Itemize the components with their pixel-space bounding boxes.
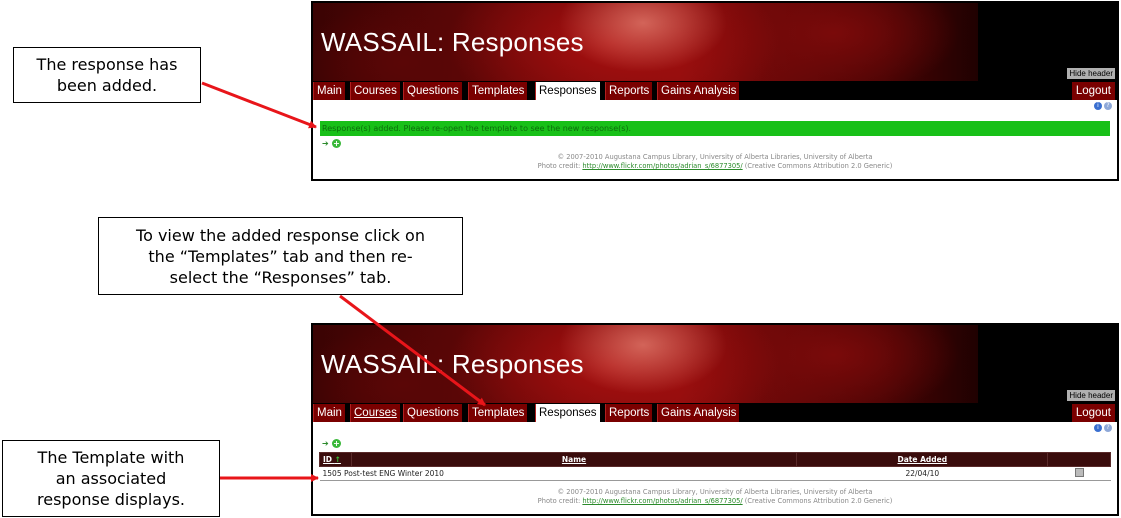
- photo-credit-label: Photo credit:: [537, 162, 583, 170]
- row-date-added: 22/04/10: [796, 466, 1048, 481]
- tab-main[interactable]: Main: [313, 82, 345, 100]
- templates-table: ID ↑ Name Date Added 1505 Post-test ENG …: [319, 452, 1111, 481]
- callout-line: an associated: [55, 469, 167, 488]
- action-icons: ➔ +: [322, 439, 341, 448]
- tab-courses[interactable]: Courses: [350, 82, 400, 100]
- nav-tabs: Main Courses Questions Templates Respons…: [313, 81, 1117, 100]
- screenshot-response-added: WASSAIL: Responses Hide header Main Cour…: [311, 1, 1119, 181]
- nav-tabs: Main Courses Questions Templates Respons…: [313, 403, 1117, 422]
- header-banner: WASSAIL: Responses Hide header: [313, 325, 1117, 403]
- logout-button[interactable]: Logout: [1071, 82, 1115, 100]
- callout-line: response displays.: [37, 490, 185, 509]
- column-id[interactable]: ID ↑: [319, 452, 352, 467]
- template-icon[interactable]: [1074, 468, 1084, 477]
- footer-copyright: © 2007-2010 Augustana Campus Library, Un…: [557, 153, 873, 161]
- callout-view-instructions: To view the added response click on the …: [98, 217, 463, 295]
- tab-main[interactable]: Main: [313, 404, 345, 422]
- help-icon[interactable]: ?: [1104, 424, 1112, 432]
- help-icon[interactable]: ?: [1104, 102, 1112, 110]
- help-icons: i ?: [1094, 424, 1112, 432]
- tab-courses[interactable]: Courses: [350, 404, 400, 422]
- screenshot-templates-list: WASSAIL: Responses Hide header Main Cour…: [311, 323, 1119, 516]
- row-id-name-cell: 1505 Post-test ENG Winter 2010: [319, 466, 797, 481]
- add-icon[interactable]: +: [332, 439, 341, 448]
- photo-credit-license: (Creative Commons Attribution 2.0 Generi…: [742, 162, 893, 170]
- tab-gains-analysis[interactable]: Gains Analysis: [657, 404, 740, 422]
- column-date-added[interactable]: Date Added: [796, 452, 1049, 467]
- tab-templates[interactable]: Templates: [468, 404, 528, 422]
- footer: © 2007-2010 Augustana Campus Library, Un…: [313, 488, 1117, 506]
- tab-questions[interactable]: Questions: [403, 82, 462, 100]
- tab-templates[interactable]: Templates: [468, 82, 528, 100]
- header-banner: WASSAIL: Responses Hide header: [313, 3, 1117, 81]
- info-icon[interactable]: i: [1094, 102, 1102, 110]
- column-actions: [1047, 452, 1111, 467]
- table-header-row: ID ↑ Name Date Added: [319, 452, 1111, 467]
- row-name: Post-test ENG Winter 2010: [343, 469, 444, 478]
- column-name[interactable]: Name: [350, 452, 798, 467]
- callout-line: the “Templates” tab and then re-: [148, 246, 413, 266]
- photo-credit-link[interactable]: http://www.flickr.com/photos/adrian_s/68…: [582, 162, 742, 170]
- help-icons: i ?: [1094, 102, 1112, 110]
- callout-template-displays: The Template with an associated response…: [2, 440, 220, 517]
- footer-copyright: © 2007-2010 Augustana Campus Library, Un…: [557, 488, 873, 496]
- tab-reports[interactable]: Reports: [605, 82, 653, 100]
- callout-line: To view the added response click on: [136, 225, 425, 245]
- tab-gains-analysis[interactable]: Gains Analysis: [657, 82, 740, 100]
- action-icons: ➔ +: [322, 139, 341, 148]
- column-id-label: ID: [323, 455, 333, 464]
- info-icon[interactable]: i: [1094, 424, 1102, 432]
- tab-responses[interactable]: Responses: [535, 82, 600, 100]
- photo-credit-link[interactable]: http://www.flickr.com/photos/adrian_s/68…: [582, 497, 742, 505]
- hide-header-button[interactable]: Hide header: [1067, 390, 1115, 401]
- table-row[interactable]: 1505 Post-test ENG Winter 2010 22/04/10: [319, 466, 1111, 481]
- logout-button[interactable]: Logout: [1071, 404, 1115, 422]
- footer-photo-credit: Photo credit: http://www.flickr.com/phot…: [313, 162, 1117, 171]
- callout-response-added: The response has been added.: [13, 47, 201, 103]
- row-id: 1505: [322, 469, 342, 478]
- go-arrow-icon[interactable]: ➔: [322, 439, 330, 448]
- tab-responses[interactable]: Responses: [535, 404, 600, 422]
- tab-reports[interactable]: Reports: [605, 404, 653, 422]
- footer-photo-credit: Photo credit: http://www.flickr.com/phot…: [313, 497, 1117, 506]
- add-icon[interactable]: +: [332, 139, 341, 148]
- tab-questions[interactable]: Questions: [403, 404, 462, 422]
- callout-line: been added.: [56, 76, 158, 95]
- row-actions: [1047, 466, 1111, 481]
- footer: © 2007-2010 Augustana Campus Library, Un…: [313, 153, 1117, 171]
- photo-credit-license: (Creative Commons Attribution 2.0 Generi…: [742, 497, 893, 505]
- sort-asc-icon: ↑: [334, 455, 341, 464]
- page-title: WASSAIL: Responses: [321, 349, 584, 379]
- success-message: Response(s) added. Please re-open the te…: [320, 121, 1110, 136]
- callout-line: The response has: [36, 55, 178, 74]
- photo-credit-label: Photo credit:: [537, 497, 583, 505]
- page-title: WASSAIL: Responses: [321, 27, 584, 57]
- go-arrow-icon[interactable]: ➔: [322, 139, 330, 148]
- callout-line: select the “Responses” tab.: [169, 267, 392, 287]
- arrow-to-message: [201, 81, 317, 129]
- hide-header-button[interactable]: Hide header: [1067, 68, 1115, 79]
- callout-line: The Template with: [37, 448, 185, 467]
